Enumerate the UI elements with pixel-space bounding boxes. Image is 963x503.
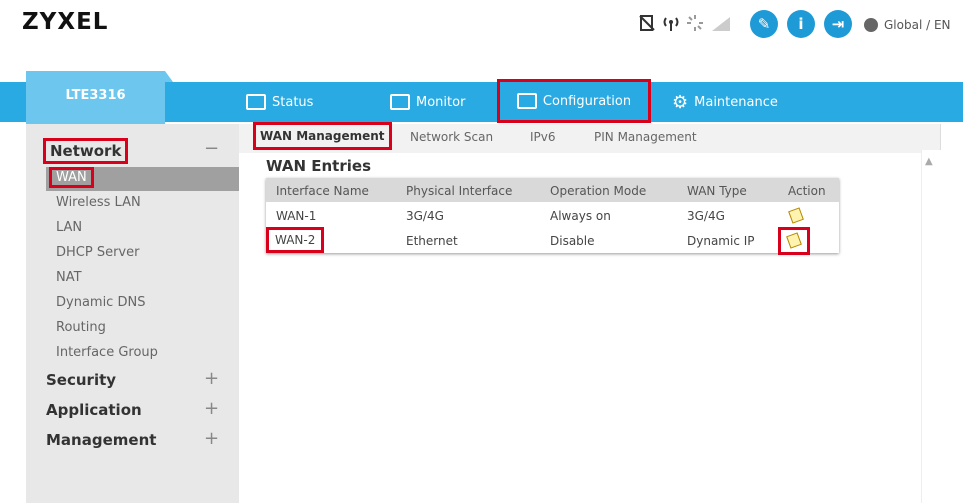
row2-physical: Ethernet (406, 234, 458, 248)
sidebar-item-interface-group[interactable]: Interface Group (56, 345, 158, 360)
globe-icon (864, 18, 878, 32)
sidebar-item-dynamic-dns[interactable]: Dynamic DNS (56, 295, 145, 310)
logout-icon: ⇥ (831, 15, 845, 33)
sidebar-item-lan[interactable]: LAN (56, 220, 82, 235)
row2-edit-icon (786, 232, 802, 249)
language-label: Global / EN (884, 18, 951, 32)
sidebar-section-network[interactable]: Network (42, 138, 129, 164)
nav-status[interactable]: Status (246, 82, 313, 122)
tab-wan-management[interactable]: WAN Management (253, 122, 392, 150)
row2-edit-button[interactable] (778, 227, 810, 255)
scroll-up-icon[interactable]: ▲ (925, 156, 933, 167)
info-button[interactable]: i (787, 10, 815, 38)
signal-tower-icon (663, 17, 679, 31)
col-wan-type: WAN Type (687, 184, 747, 198)
wizard-icon: ✎ (757, 15, 771, 33)
maintenance-icon: ⚙ (672, 91, 689, 113)
info-icon: i (798, 15, 804, 33)
sidebar-section-application[interactable]: Application (46, 401, 142, 419)
nav-configuration[interactable]: Configuration (497, 79, 651, 123)
tab-ipv6[interactable]: IPv6 (530, 130, 556, 144)
language-selector[interactable]: Global / EN (864, 18, 951, 32)
row1-mode: Always on (550, 209, 611, 223)
sidebar-item-routing[interactable]: Routing (56, 320, 106, 335)
nav-monitor[interactable]: Monitor (390, 82, 465, 122)
device-tab[interactable]: LTE3316 (26, 71, 173, 124)
application-expand-icon[interactable]: + (204, 398, 219, 419)
row1-interface: WAN-1 (276, 209, 317, 223)
col-interface-name: Interface Name (276, 184, 369, 198)
monitor-icon (390, 94, 410, 110)
nav-maintenance[interactable]: ⚙ Maintenance (672, 82, 778, 122)
security-expand-icon[interactable]: + (204, 368, 219, 389)
zyxel-logo: ZYXEL (22, 9, 109, 35)
status-icon (246, 94, 266, 110)
row2-wan-type: Dynamic IP (687, 234, 755, 248)
tab-pin-management[interactable]: PIN Management (594, 130, 697, 144)
row2-interface: WAN-2 (265, 227, 325, 253)
loading-icon (687, 15, 703, 31)
row1-physical: 3G/4G (406, 209, 444, 223)
management-expand-icon[interactable]: + (204, 428, 219, 449)
sim-off-icon (639, 15, 655, 31)
col-operation-mode: Operation Mode (550, 184, 647, 198)
signal-bars-icon (712, 17, 730, 31)
nav-configuration-label: Configuration (542, 93, 632, 109)
row2-mode: Disable (550, 234, 595, 248)
logout-button[interactable]: ⇥ (824, 10, 852, 38)
nav-status-label: Status (272, 94, 314, 110)
network-collapse-icon[interactable]: − (204, 138, 219, 159)
scrollbar[interactable] (921, 150, 941, 503)
sidebar-section-management[interactable]: Management (46, 431, 156, 449)
col-action: Action (788, 184, 826, 198)
configuration-icon (516, 93, 537, 109)
status-icons (638, 14, 732, 32)
wizard-button[interactable]: ✎ (750, 10, 778, 38)
nav-monitor-label: Monitor (416, 94, 466, 110)
wan-entries-title: WAN Entries (266, 157, 371, 175)
row1-wan-type: 3G/4G (687, 209, 725, 223)
col-physical-interface: Physical Interface (406, 184, 513, 198)
sidebar-item-nat[interactable]: NAT (56, 270, 82, 285)
nav-maintenance-label: Maintenance (694, 94, 778, 110)
sidebar: Network − WAN Wireless LAN LAN DHCP Serv… (26, 124, 239, 503)
sidebar-section-security[interactable]: Security (46, 371, 116, 389)
sidebar-item-wireless-lan[interactable]: Wireless LAN (56, 195, 141, 210)
sidebar-item-dhcp-server[interactable]: DHCP Server (56, 245, 139, 260)
tab-network-scan[interactable]: Network Scan (410, 130, 493, 144)
sidebar-item-wan[interactable]: WAN (49, 167, 94, 188)
